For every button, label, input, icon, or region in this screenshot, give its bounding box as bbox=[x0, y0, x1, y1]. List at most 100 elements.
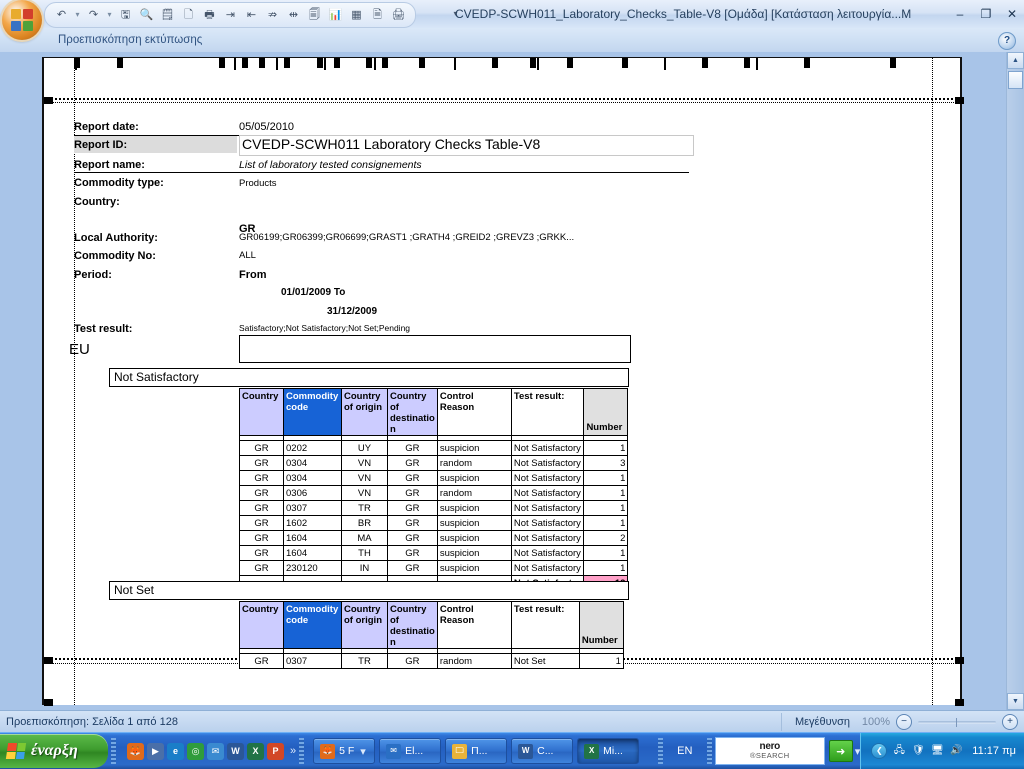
table-cell: Not Satisfactory bbox=[510, 470, 585, 486]
column-header-6: Number bbox=[583, 388, 629, 436]
section-title-not-set: Not Set bbox=[109, 581, 629, 600]
network-icon[interactable]: 🖧 bbox=[892, 744, 906, 758]
taskbar-button-label: El... bbox=[405, 745, 424, 757]
table-row[interactable]: GR 0307 TR GR suspicion Not Satisfactory 1 bbox=[239, 500, 629, 516]
table-cell: GR bbox=[387, 485, 438, 501]
browser-icon[interactable]: ◎ bbox=[187, 742, 204, 760]
print-preview-icon[interactable]: 🔍 bbox=[137, 6, 156, 25]
show-hidden-icons-icon[interactable]: ❮ bbox=[871, 743, 888, 759]
table-cell: random bbox=[436, 653, 512, 669]
table-row[interactable]: GR 0304 VN GR random Not Satisfactory 3 bbox=[239, 455, 629, 471]
report-icon[interactable]: 🗎 bbox=[368, 6, 387, 25]
taskbar-firefox[interactable]: 🦊 5 F ▾ bbox=[313, 738, 376, 764]
powerpoint-icon[interactable]: P bbox=[267, 742, 284, 760]
table-cell: 1 bbox=[583, 485, 629, 501]
taskbar-button-dropdown-icon[interactable]: ▾ bbox=[360, 745, 366, 758]
messenger-icon[interactable]: ✉ bbox=[207, 742, 224, 760]
print-preview-canvas[interactable]: Report date: 05/05/2010 Report ID: CVEDP… bbox=[0, 52, 1007, 710]
taskbar-word[interactable]: W C... bbox=[511, 738, 574, 764]
firefox-icon[interactable]: 🦊 bbox=[127, 742, 144, 760]
taskbar-grip-3[interactable] bbox=[657, 738, 663, 764]
table-cell: Not Satisfactory bbox=[510, 500, 585, 516]
insert-row-icon[interactable]: ⇥ bbox=[221, 6, 240, 25]
word-icon[interactable]: W bbox=[227, 742, 244, 760]
scrollbar-thumb[interactable] bbox=[1008, 71, 1023, 89]
page-setup-icon[interactable]: 🗒 bbox=[158, 6, 177, 25]
media-player-icon[interactable]: ▶ bbox=[147, 742, 164, 760]
delete-row-icon[interactable]: ⇏ bbox=[263, 6, 282, 25]
taskbar: έναρξη 🦊 ▶ e ◎ ✉ W X P » 🦊 5 F ▾ ✉ El... 🗀 Π... W C... X… bbox=[0, 732, 1024, 769]
language-indicator[interactable]: EN bbox=[666, 740, 704, 762]
chart-icon[interactable]: 📊 bbox=[326, 6, 345, 25]
field-label-country: Country: bbox=[74, 196, 120, 208]
table-cell: GR bbox=[239, 440, 284, 456]
internet-explorer-icon[interactable]: e bbox=[167, 742, 184, 760]
quick-launch-overflow-icon[interactable]: » bbox=[290, 745, 296, 757]
table-row[interactable]: GR 1604 MA GR suspicion Not Satisfactory 2 bbox=[239, 530, 629, 546]
column-header-2: Country of origin bbox=[341, 601, 388, 649]
zoom-percent[interactable]: 100% bbox=[856, 716, 890, 728]
save-icon[interactable]: 🖫 bbox=[116, 6, 135, 25]
minimize-button[interactable]: – bbox=[952, 6, 968, 22]
restore-button[interactable]: ❐ bbox=[978, 6, 994, 22]
table-cell: GR bbox=[239, 485, 284, 501]
scroll-up-button[interactable]: ▲ bbox=[1007, 52, 1024, 69]
insert-column-icon[interactable]: ⇤ bbox=[242, 6, 261, 25]
column-header-6: Number bbox=[578, 601, 624, 649]
taskbar-clock[interactable]: 11:17 πμ bbox=[972, 745, 1016, 757]
zoom-in-button[interactable]: + bbox=[1002, 714, 1018, 730]
vertical-scrollbar[interactable]: ▲ ▼ bbox=[1006, 52, 1024, 710]
redo-dropdown-icon[interactable]: ▾ bbox=[105, 6, 114, 25]
field-value-commodity-no: ALL bbox=[239, 250, 256, 261]
nero-go-button[interactable]: ➜ bbox=[828, 740, 853, 762]
taskbar-grip-1[interactable] bbox=[111, 738, 116, 764]
scrollbar-track[interactable] bbox=[1007, 69, 1024, 693]
zoom-out-button[interactable]: − bbox=[896, 714, 912, 730]
close-button[interactable]: ✕ bbox=[1004, 6, 1020, 22]
table-row[interactable]: GR 0202 UY GR suspicion Not Satisfactory 1 bbox=[239, 440, 629, 456]
taskbar-excel[interactable]: X Mi... bbox=[577, 738, 640, 764]
table-row[interactable]: GR 1604 TH GR suspicion Not Satisfactory 1 bbox=[239, 545, 629, 561]
nero-search-toolbar[interactable]: nero ®SEARCH bbox=[714, 737, 825, 765]
delete-column-icon[interactable]: ⇹ bbox=[284, 6, 303, 25]
preview-page: Report date: 05/05/2010 Report ID: CVEDP… bbox=[42, 57, 964, 706]
table-icon[interactable]: ▦ bbox=[347, 6, 366, 25]
scroll-down-button[interactable]: ▼ bbox=[1007, 693, 1024, 710]
start-button-label: έναρξη bbox=[31, 742, 78, 759]
table-row[interactable]: GR 0304 VN GR suspicion Not Satisfactory 1 bbox=[239, 470, 629, 486]
start-button[interactable]: έναρξη bbox=[0, 734, 108, 768]
table-cell: IN bbox=[341, 560, 388, 576]
taskbar-folder[interactable]: 🗀 Π... bbox=[445, 738, 508, 764]
excel-icon[interactable]: X bbox=[247, 742, 264, 760]
field-value-report-id: CVEDP-SCWH011 Laboratory Checks Table-V8 bbox=[242, 136, 541, 152]
taskbar-grip-4[interactable] bbox=[706, 738, 712, 764]
antivirus-icon[interactable]: 🛡 bbox=[911, 744, 925, 758]
undo-icon[interactable]: ↶ bbox=[52, 6, 71, 25]
table-row[interactable]: GR 0307 TR GR random Not Set 1 bbox=[239, 653, 624, 669]
table-cell: 3 bbox=[583, 455, 629, 471]
help-icon[interactable]: ? bbox=[998, 32, 1016, 50]
new-document-icon[interactable]: 🗋 bbox=[179, 6, 198, 25]
column-header-5: Test result: bbox=[510, 601, 580, 649]
office-button[interactable] bbox=[2, 0, 42, 40]
taskbar-button-label: Π... bbox=[471, 745, 488, 757]
table-cell: 1 bbox=[583, 500, 629, 516]
tab-print-preview[interactable]: Προεπισκόπηση εκτύπωσης bbox=[58, 28, 202, 52]
taskbar-outlook[interactable]: ✉ El... bbox=[379, 738, 442, 764]
application-window: ↶ ▾ ↷ ▾ 🖫 🔍 🗒 🗋 🖶 ⇥ ⇤ ⇏ ⇹ 🗐 📊 ▦ 🗎 🖨 ▾ CVEDP-SCWH011_Labor… bbox=[0, 0, 1024, 769]
taskbar-grip-2[interactable] bbox=[299, 738, 305, 764]
display-icon[interactable]: 🖥 bbox=[930, 744, 944, 758]
print-icon[interactable]: 🖶 bbox=[200, 6, 219, 25]
volume-icon[interactable]: 🔊 bbox=[949, 744, 963, 758]
region-label-eu: EU bbox=[69, 341, 90, 358]
edit-icon[interactable]: 🗐 bbox=[305, 6, 324, 25]
table-row[interactable]: GR 230120 IN GR suspicion Not Satisfactory 1 bbox=[239, 560, 629, 576]
field-label-report-id: Report ID: bbox=[74, 139, 128, 151]
redo-icon[interactable]: ↷ bbox=[84, 6, 103, 25]
table-row[interactable]: GR 1602 BR GR suspicion Not Satisfactory 1 bbox=[239, 515, 629, 531]
table-cell: UY bbox=[341, 440, 388, 456]
zoom-slider[interactable] bbox=[918, 715, 996, 729]
table-row[interactable]: GR 0306 VN GR random Not Satisfactory 1 bbox=[239, 485, 629, 501]
print-color-icon[interactable]: 🖨 bbox=[389, 6, 408, 25]
undo-dropdown-icon[interactable]: ▾ bbox=[73, 6, 82, 25]
